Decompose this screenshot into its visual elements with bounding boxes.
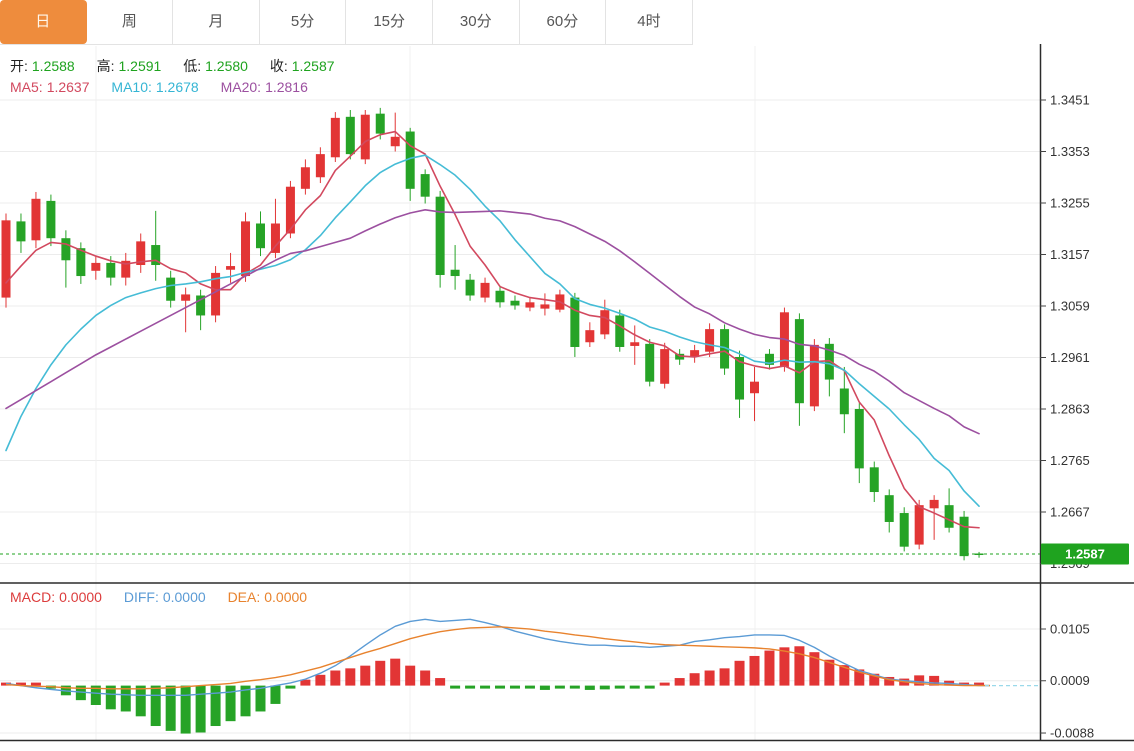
gridlines [0,46,1040,741]
svg-text:1.3059: 1.3059 [1050,298,1090,313]
tab-5min[interactable]: 5分 [260,0,347,44]
ma-lines [6,132,979,528]
trading-chart-window: 1.3451 1.3353 1.3255 1.3157 1.3059 1.2961 1.28… [0,0,1134,751]
tab-30min[interactable]: 30分 [433,0,520,44]
current-price-tag: 1.2587 [1041,544,1129,565]
tab-4hour[interactable]: 4时 [606,0,693,44]
svg-text:1.2587: 1.2587 [1065,547,1105,562]
svg-text:1.3353: 1.3353 [1050,144,1090,159]
axis-borders [0,44,1134,741]
tab-60min[interactable]: 60分 [520,0,607,44]
price-axis-labels: 1.3451 1.3353 1.3255 1.3157 1.3059 1.2961 1.28… [1040,93,1094,741]
period-tabbar: 日 周 月 5分 15分 30分 60分 4时 [0,0,693,45]
chart-canvas[interactable]: 1.3451 1.3353 1.3255 1.3157 1.3059 1.2961 1.28… [0,0,1134,751]
tab-week[interactable]: 周 [87,0,174,44]
candles-layer [2,108,984,560]
svg-text:1.2961: 1.2961 [1050,350,1090,365]
tab-month[interactable]: 月 [173,0,260,44]
svg-text:-0.0088: -0.0088 [1050,726,1094,741]
svg-text:1.3157: 1.3157 [1050,247,1090,262]
svg-text:1.2863: 1.2863 [1050,401,1090,416]
svg-text:1.2667: 1.2667 [1050,504,1090,519]
svg-text:1.3451: 1.3451 [1050,93,1090,108]
tab-15min[interactable]: 15分 [346,0,433,44]
svg-text:1.3255: 1.3255 [1050,195,1090,210]
svg-text:1.2765: 1.2765 [1050,453,1090,468]
svg-text:0.0105: 0.0105 [1050,622,1090,637]
svg-text:0.0009: 0.0009 [1050,673,1090,688]
tab-day[interactable]: 日 [0,0,87,44]
